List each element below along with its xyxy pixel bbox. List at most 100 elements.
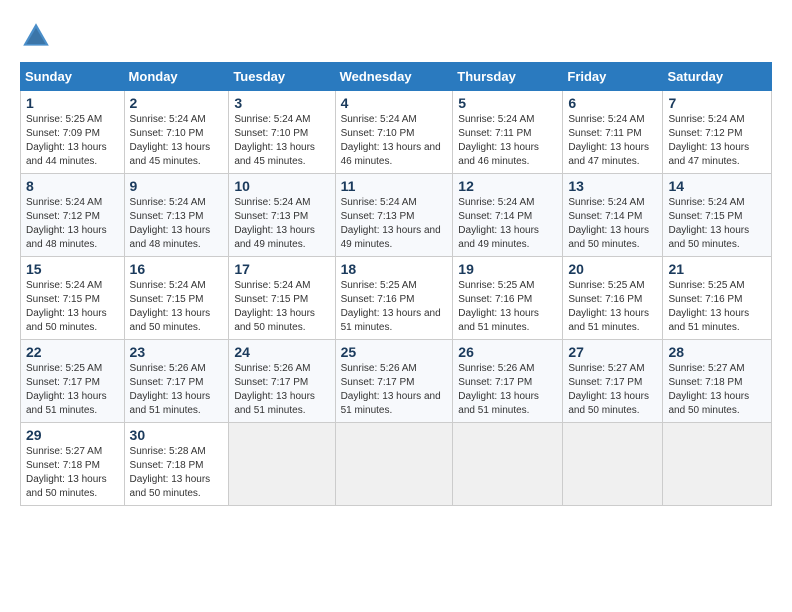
day-info: Sunrise: 5:25 AM Sunset: 7:09 PM Dayligh…	[26, 113, 119, 169]
day-number: 12	[458, 178, 557, 194]
calendar-table: SundayMondayTuesdayWednesdayThursdayFrid…	[20, 62, 772, 506]
day-number: 4	[341, 95, 448, 111]
day-number: 20	[568, 261, 657, 277]
logo-icon	[20, 20, 52, 52]
day-cell: 25 Sunrise: 5:26 AM Sunset: 7:17 PM Dayl…	[335, 340, 453, 423]
day-cell: 5 Sunrise: 5:24 AM Sunset: 7:11 PM Dayli…	[453, 91, 563, 174]
day-cell: 19 Sunrise: 5:25 AM Sunset: 7:16 PM Dayl…	[453, 257, 563, 340]
day-info: Sunrise: 5:25 AM Sunset: 7:16 PM Dayligh…	[458, 279, 557, 335]
day-info: Sunrise: 5:25 AM Sunset: 7:16 PM Dayligh…	[341, 279, 448, 335]
day-info: Sunrise: 5:24 AM Sunset: 7:15 PM Dayligh…	[234, 279, 329, 335]
day-number: 2	[130, 95, 224, 111]
day-info: Sunrise: 5:27 AM Sunset: 7:17 PM Dayligh…	[568, 362, 657, 418]
day-cell: 20 Sunrise: 5:25 AM Sunset: 7:16 PM Dayl…	[563, 257, 663, 340]
day-cell: 28 Sunrise: 5:27 AM Sunset: 7:18 PM Dayl…	[663, 340, 772, 423]
day-info: Sunrise: 5:24 AM Sunset: 7:12 PM Dayligh…	[668, 113, 766, 169]
col-header-sunday: Sunday	[21, 63, 125, 91]
day-cell: 15 Sunrise: 5:24 AM Sunset: 7:15 PM Dayl…	[21, 257, 125, 340]
day-cell: 2 Sunrise: 5:24 AM Sunset: 7:10 PM Dayli…	[124, 91, 229, 174]
day-number: 23	[130, 344, 224, 360]
day-cell	[335, 423, 453, 506]
day-number: 26	[458, 344, 557, 360]
day-cell: 18 Sunrise: 5:25 AM Sunset: 7:16 PM Dayl…	[335, 257, 453, 340]
day-cell: 30 Sunrise: 5:28 AM Sunset: 7:18 PM Dayl…	[124, 423, 229, 506]
day-cell: 7 Sunrise: 5:24 AM Sunset: 7:12 PM Dayli…	[663, 91, 772, 174]
day-number: 28	[668, 344, 766, 360]
day-info: Sunrise: 5:24 AM Sunset: 7:12 PM Dayligh…	[26, 196, 119, 252]
col-header-friday: Friday	[563, 63, 663, 91]
day-info: Sunrise: 5:24 AM Sunset: 7:15 PM Dayligh…	[130, 279, 224, 335]
day-info: Sunrise: 5:24 AM Sunset: 7:14 PM Dayligh…	[458, 196, 557, 252]
col-header-thursday: Thursday	[453, 63, 563, 91]
logo	[20, 20, 56, 52]
day-info: Sunrise: 5:24 AM Sunset: 7:13 PM Dayligh…	[341, 196, 448, 252]
day-info: Sunrise: 5:24 AM Sunset: 7:10 PM Dayligh…	[341, 113, 448, 169]
day-number: 16	[130, 261, 224, 277]
day-number: 8	[26, 178, 119, 194]
day-cell: 26 Sunrise: 5:26 AM Sunset: 7:17 PM Dayl…	[453, 340, 563, 423]
day-number: 24	[234, 344, 329, 360]
day-cell	[229, 423, 335, 506]
day-cell: 21 Sunrise: 5:25 AM Sunset: 7:16 PM Dayl…	[663, 257, 772, 340]
day-info: Sunrise: 5:26 AM Sunset: 7:17 PM Dayligh…	[234, 362, 329, 418]
day-number: 3	[234, 95, 329, 111]
day-cell: 14 Sunrise: 5:24 AM Sunset: 7:15 PM Dayl…	[663, 174, 772, 257]
day-number: 30	[130, 427, 224, 443]
day-cell: 23 Sunrise: 5:26 AM Sunset: 7:17 PM Dayl…	[124, 340, 229, 423]
day-cell: 12 Sunrise: 5:24 AM Sunset: 7:14 PM Dayl…	[453, 174, 563, 257]
day-cell: 11 Sunrise: 5:24 AM Sunset: 7:13 PM Dayl…	[335, 174, 453, 257]
day-cell: 29 Sunrise: 5:27 AM Sunset: 7:18 PM Dayl…	[21, 423, 125, 506]
day-number: 18	[341, 261, 448, 277]
day-cell: 1 Sunrise: 5:25 AM Sunset: 7:09 PM Dayli…	[21, 91, 125, 174]
day-info: Sunrise: 5:24 AM Sunset: 7:14 PM Dayligh…	[568, 196, 657, 252]
day-info: Sunrise: 5:27 AM Sunset: 7:18 PM Dayligh…	[26, 445, 119, 501]
week-row-1: 1 Sunrise: 5:25 AM Sunset: 7:09 PM Dayli…	[21, 91, 772, 174]
day-number: 10	[234, 178, 329, 194]
day-number: 14	[668, 178, 766, 194]
day-info: Sunrise: 5:24 AM Sunset: 7:10 PM Dayligh…	[234, 113, 329, 169]
day-info: Sunrise: 5:25 AM Sunset: 7:16 PM Dayligh…	[668, 279, 766, 335]
day-info: Sunrise: 5:26 AM Sunset: 7:17 PM Dayligh…	[341, 362, 448, 418]
day-info: Sunrise: 5:24 AM Sunset: 7:11 PM Dayligh…	[458, 113, 557, 169]
col-header-monday: Monday	[124, 63, 229, 91]
day-number: 7	[668, 95, 766, 111]
day-number: 25	[341, 344, 448, 360]
day-cell: 6 Sunrise: 5:24 AM Sunset: 7:11 PM Dayli…	[563, 91, 663, 174]
day-cell	[663, 423, 772, 506]
day-info: Sunrise: 5:24 AM Sunset: 7:15 PM Dayligh…	[26, 279, 119, 335]
day-info: Sunrise: 5:25 AM Sunset: 7:16 PM Dayligh…	[568, 279, 657, 335]
day-number: 19	[458, 261, 557, 277]
day-number: 11	[341, 178, 448, 194]
day-info: Sunrise: 5:26 AM Sunset: 7:17 PM Dayligh…	[458, 362, 557, 418]
day-info: Sunrise: 5:24 AM Sunset: 7:13 PM Dayligh…	[234, 196, 329, 252]
day-number: 15	[26, 261, 119, 277]
day-cell: 10 Sunrise: 5:24 AM Sunset: 7:13 PM Dayl…	[229, 174, 335, 257]
day-cell	[453, 423, 563, 506]
day-cell: 27 Sunrise: 5:27 AM Sunset: 7:17 PM Dayl…	[563, 340, 663, 423]
header-row: SundayMondayTuesdayWednesdayThursdayFrid…	[21, 63, 772, 91]
week-row-4: 22 Sunrise: 5:25 AM Sunset: 7:17 PM Dayl…	[21, 340, 772, 423]
day-info: Sunrise: 5:27 AM Sunset: 7:18 PM Dayligh…	[668, 362, 766, 418]
day-number: 1	[26, 95, 119, 111]
day-info: Sunrise: 5:24 AM Sunset: 7:13 PM Dayligh…	[130, 196, 224, 252]
day-cell: 4 Sunrise: 5:24 AM Sunset: 7:10 PM Dayli…	[335, 91, 453, 174]
day-number: 22	[26, 344, 119, 360]
day-cell: 13 Sunrise: 5:24 AM Sunset: 7:14 PM Dayl…	[563, 174, 663, 257]
day-cell: 3 Sunrise: 5:24 AM Sunset: 7:10 PM Dayli…	[229, 91, 335, 174]
week-row-5: 29 Sunrise: 5:27 AM Sunset: 7:18 PM Dayl…	[21, 423, 772, 506]
day-cell: 24 Sunrise: 5:26 AM Sunset: 7:17 PM Dayl…	[229, 340, 335, 423]
day-info: Sunrise: 5:26 AM Sunset: 7:17 PM Dayligh…	[130, 362, 224, 418]
day-number: 27	[568, 344, 657, 360]
col-header-wednesday: Wednesday	[335, 63, 453, 91]
day-info: Sunrise: 5:28 AM Sunset: 7:18 PM Dayligh…	[130, 445, 224, 501]
day-info: Sunrise: 5:24 AM Sunset: 7:11 PM Dayligh…	[568, 113, 657, 169]
day-number: 5	[458, 95, 557, 111]
day-number: 17	[234, 261, 329, 277]
col-header-tuesday: Tuesday	[229, 63, 335, 91]
day-cell: 22 Sunrise: 5:25 AM Sunset: 7:17 PM Dayl…	[21, 340, 125, 423]
day-cell	[563, 423, 663, 506]
day-number: 13	[568, 178, 657, 194]
day-number: 21	[668, 261, 766, 277]
day-cell: 8 Sunrise: 5:24 AM Sunset: 7:12 PM Dayli…	[21, 174, 125, 257]
day-info: Sunrise: 5:25 AM Sunset: 7:17 PM Dayligh…	[26, 362, 119, 418]
